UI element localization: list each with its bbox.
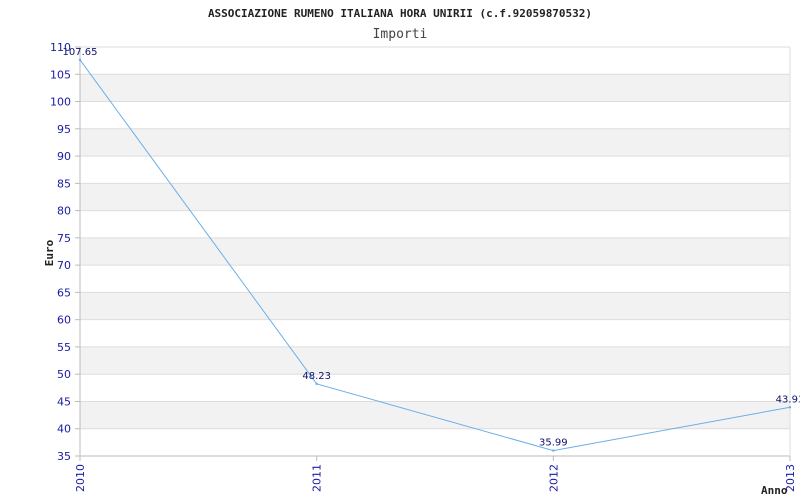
y-axis-title: Euro [43,239,56,266]
y-tick-label: 85 [57,177,71,190]
data-point [315,382,318,386]
grid-band [80,74,790,102]
data-label: 48.23 [302,371,331,382]
y-tick-label: 95 [57,123,71,136]
y-tick-label: 70 [57,259,71,272]
data-label: 43.93 [776,394,800,405]
data-point [552,449,555,452]
y-tick-label: 55 [57,341,71,354]
data-label: 107.65 [63,47,98,58]
y-tick-label: 50 [57,368,71,381]
chart-subtitle: Importi [373,27,428,42]
y-tick-label: 75 [57,232,71,245]
data-point [788,406,792,409]
y-tick-label: 80 [57,205,71,218]
y-tick-label: 35 [57,450,71,463]
data-point [78,58,82,62]
grid-band [80,237,790,266]
grid-bands [80,74,790,429]
y-tick-label: 40 [57,423,71,436]
data-label: 35.99 [539,438,568,449]
grid-band [80,128,790,157]
grid-band [80,183,790,211]
grid-band [80,401,790,429]
grid-band [80,292,790,320]
x-axis-ticks: 2010 2011 2012 2013 [74,456,797,492]
x-axis-title: Anno [761,484,788,497]
y-tick-label: 100 [50,96,71,109]
chart-title: ASSOCIAZIONE RUMENO ITALIANA HORA UNIRII… [208,7,592,20]
x-tick-label: 2011 [311,464,324,492]
x-tick-label: 2010 [74,464,87,492]
line-chart: ASSOCIAZIONE RUMENO ITALIANA HORA UNIRII… [43,7,800,497]
x-tick-label: 2012 [547,464,560,492]
grid-band [80,346,790,375]
y-tick-label: 60 [57,314,71,327]
y-tick-label: 105 [50,68,71,81]
y-tick-label: 45 [57,395,71,408]
y-tick-label: 90 [57,150,71,163]
y-tick-label: 65 [57,286,71,299]
chart-container: ASSOCIAZIONE RUMENO ITALIANA HORA UNIRII… [0,0,800,500]
